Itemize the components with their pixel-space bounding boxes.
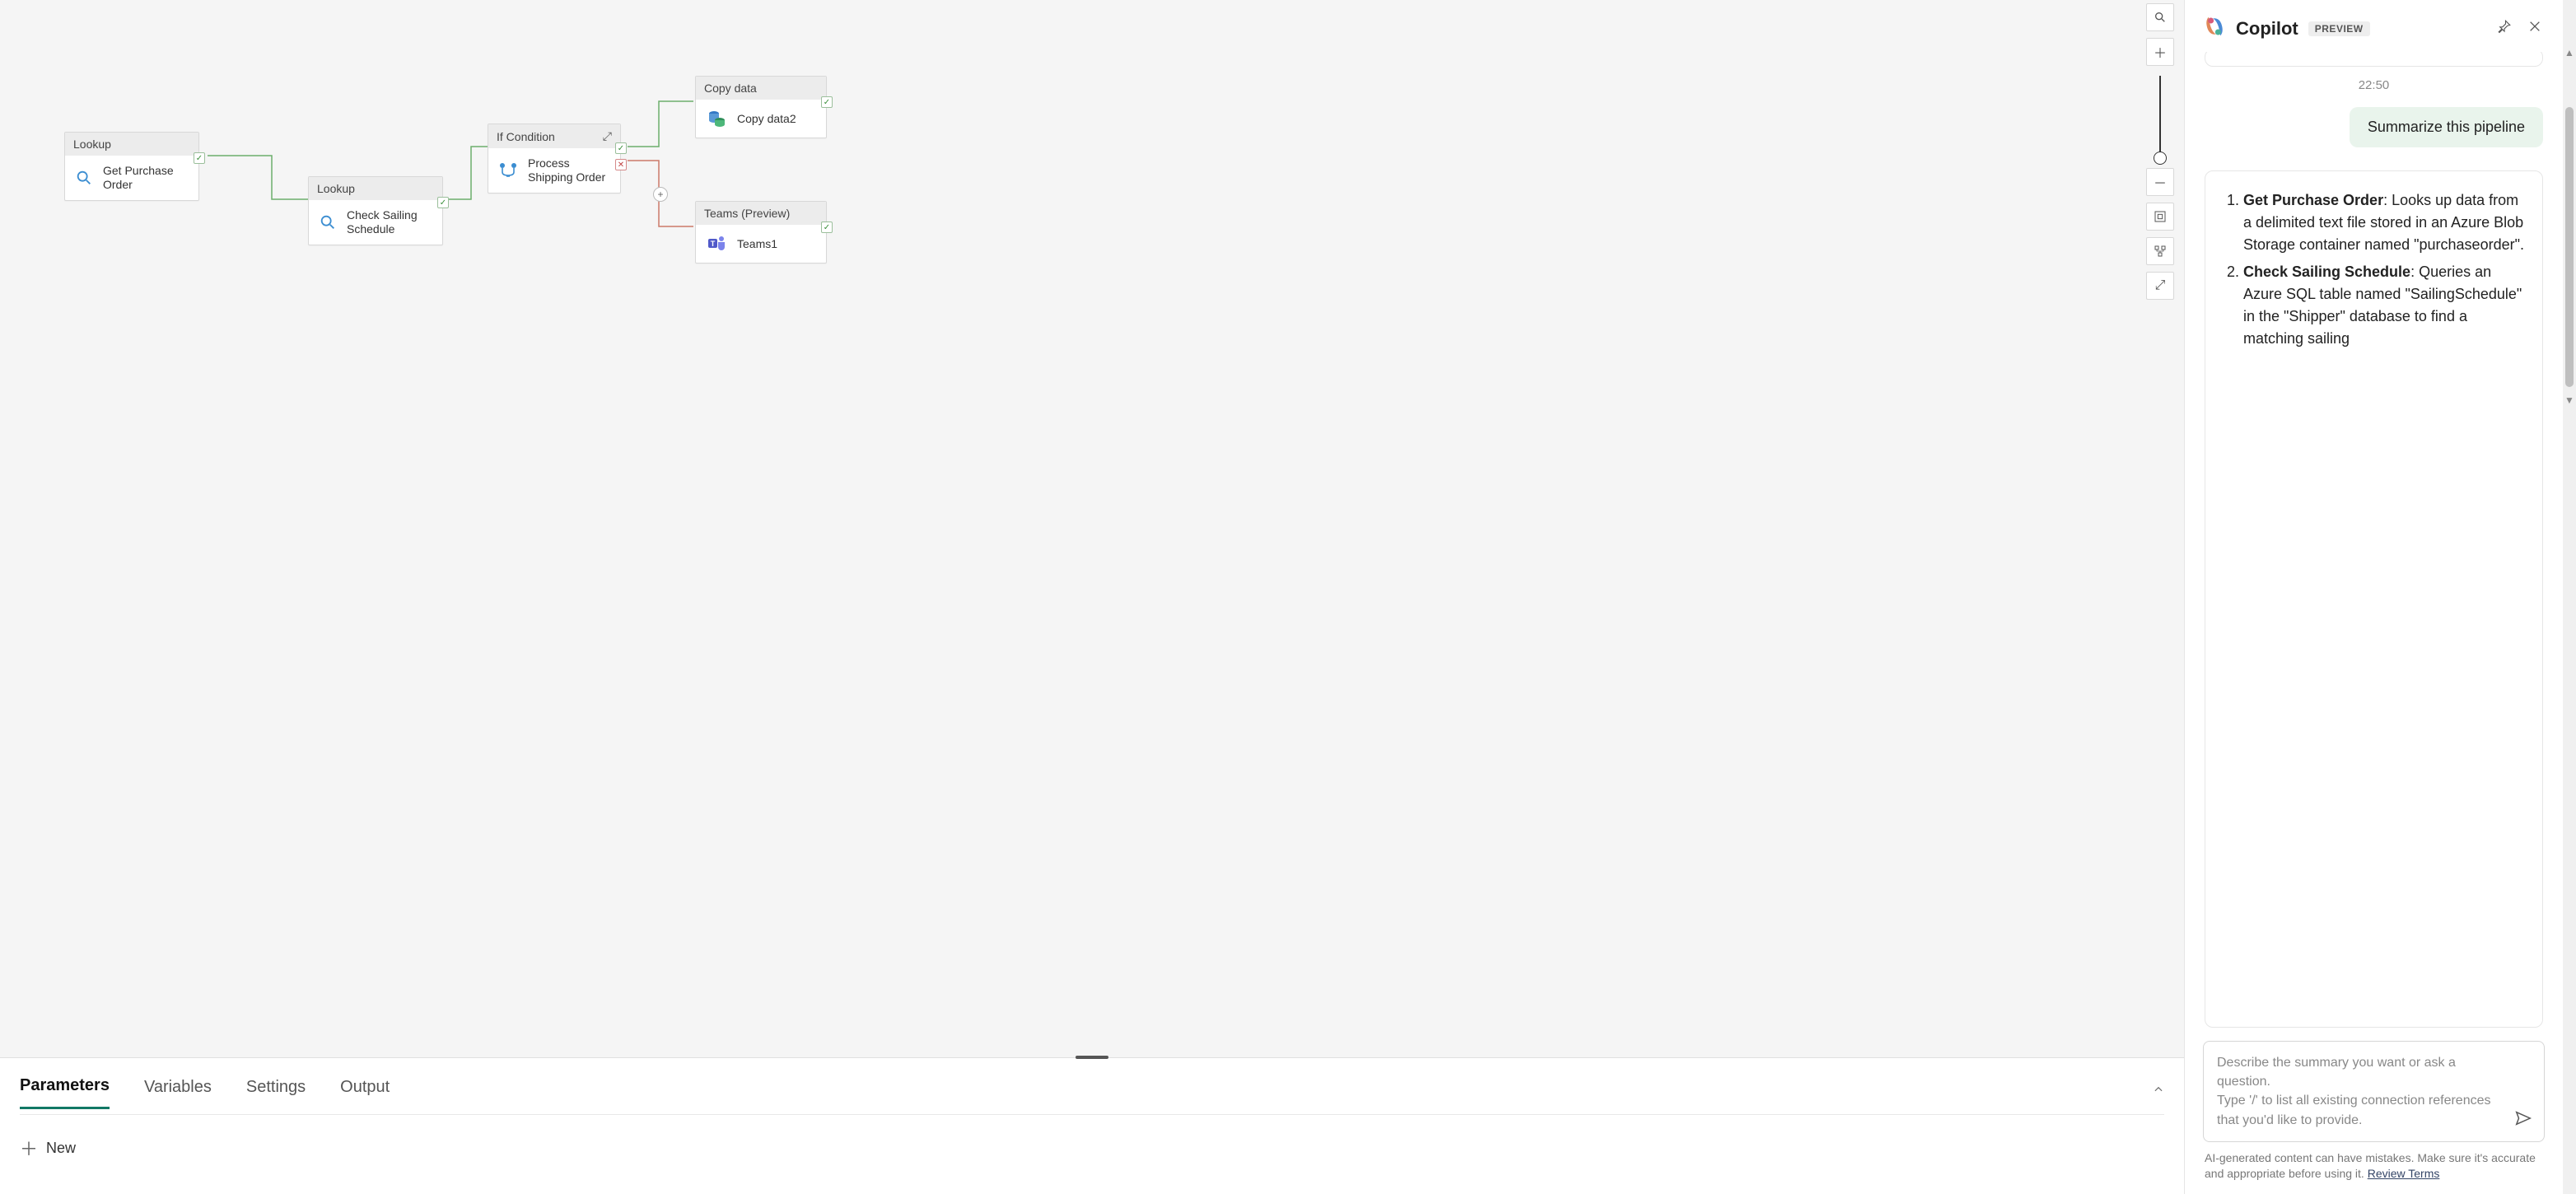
node-label: Teams1	[737, 237, 777, 251]
plus-icon: ＋	[20, 1135, 38, 1161]
main-column: Lookup Get Purchase Order ✓ Lookup Check…	[0, 0, 2184, 1194]
expand-icon: ⤢	[2155, 278, 2166, 293]
node-type-label: Teams (Preview)	[704, 207, 790, 220]
node-copy-data[interactable]: Copy data Copy data2 ✓	[695, 76, 827, 138]
copilot-header: Copilot PREVIEW	[2185, 0, 2563, 52]
search-button[interactable]	[2146, 3, 2174, 31]
collapse-panel-button[interactable]	[2153, 1084, 2164, 1098]
new-parameter-button[interactable]: ＋ New	[20, 1135, 76, 1161]
copilot-panel: Copilot PREVIEW 22:50 Summarize this pip…	[2184, 0, 2563, 1194]
lookup-icon	[319, 212, 337, 233]
properties-tabs: Parameters Variables Settings Output	[20, 1071, 2164, 1109]
copilot-logo-icon	[2203, 15, 2226, 42]
fullscreen-button[interactable]: ⤢	[2146, 272, 2174, 300]
status-success-icon: ✓	[615, 142, 627, 154]
node-check-sailing-schedule[interactable]: Lookup Check Sailing Schedule ✓	[308, 176, 443, 245]
tab-settings[interactable]: Settings	[246, 1073, 306, 1108]
auto-layout-button[interactable]	[2146, 237, 2174, 265]
status-fail-icon: ✕	[615, 159, 627, 170]
add-activity-button[interactable]: +	[653, 187, 668, 202]
review-terms-link[interactable]: Review Terms	[2368, 1167, 2440, 1180]
expand-icon[interactable]: ⤢	[603, 129, 612, 143]
scrollbar[interactable]: ▲ ▼	[2563, 0, 2576, 1194]
assistant-item-title: Check Sailing Schedule	[2243, 264, 2410, 280]
minus-icon: －	[2154, 172, 2167, 192]
node-get-purchase-order[interactable]: Lookup Get Purchase Order ✓	[64, 132, 199, 201]
status-success-icon: ✓	[194, 152, 205, 164]
copilot-input[interactable]: Describe the summary you want or ask a q…	[2203, 1041, 2545, 1142]
node-label: Copy data2	[737, 112, 796, 126]
connectors-layer	[0, 0, 2184, 1057]
status-success-icon: ✓	[821, 222, 833, 233]
node-label: Process Shipping Order	[528, 156, 610, 184]
chevron-up-icon	[2153, 1084, 2164, 1095]
tab-output[interactable]: Output	[340, 1073, 390, 1108]
panel-resize-handle[interactable]	[1076, 1056, 1108, 1059]
assistant-message: Get Purchase Order: Looks up data from a…	[2205, 170, 2543, 1028]
send-button[interactable]	[2514, 1109, 2532, 1131]
tab-variables[interactable]: Variables	[144, 1073, 212, 1108]
copilot-title: Copilot	[2236, 18, 2298, 40]
copy-data-icon	[706, 108, 727, 129]
new-parameter-label: New	[46, 1140, 76, 1157]
copilot-input-area: Describe the summary you want or ask a q…	[2185, 1028, 2563, 1147]
assistant-item: Get Purchase Order: Looks up data from a…	[2243, 189, 2524, 256]
preview-badge: PREVIEW	[2308, 21, 2370, 36]
zoom-in-button[interactable]: ＋	[2146, 38, 2174, 66]
lookup-icon	[75, 167, 93, 189]
node-type-label: Lookup	[317, 182, 355, 195]
node-type-label: If Condition	[497, 130, 555, 143]
node-label: Check Sailing Schedule	[347, 208, 432, 236]
canvas-toolbar: ＋ － ⤢	[2146, 3, 2174, 300]
status-success-icon: ✓	[437, 197, 449, 208]
node-label: Get Purchase Order	[103, 164, 189, 192]
close-button[interactable]	[2525, 16, 2545, 40]
node-if-condition[interactable]: If Condition ⤢ Process Shipping Order ✓ …	[488, 124, 621, 194]
pin-icon	[2497, 19, 2512, 34]
tab-parameters[interactable]: Parameters	[20, 1071, 110, 1109]
user-message: Summarize this pipeline	[2350, 107, 2543, 147]
zoom-slider[interactable]	[2159, 76, 2161, 158]
assistant-item-title: Get Purchase Order	[2243, 192, 2383, 208]
teams-icon: T	[706, 233, 727, 254]
send-icon	[2514, 1109, 2532, 1127]
zoom-out-button[interactable]: －	[2146, 168, 2174, 196]
pipeline-canvas[interactable]: Lookup Get Purchase Order ✓ Lookup Check…	[0, 0, 2184, 1057]
node-type-label: Lookup	[73, 138, 111, 151]
if-condition-icon	[498, 160, 518, 181]
close-icon	[2528, 20, 2541, 33]
copilot-chat: 22:50 Summarize this pipeline Get Purcha…	[2185, 52, 2563, 1028]
previous-message-card	[2205, 52, 2543, 67]
plus-icon: ＋	[2154, 42, 2167, 62]
svg-text:T: T	[711, 240, 716, 248]
assistant-item: Check Sailing Schedule: Queries an Azure…	[2243, 261, 2524, 350]
search-icon	[2154, 11, 2167, 24]
scroll-up-arrow[interactable]: ▲	[2563, 46, 2576, 59]
node-teams[interactable]: Teams (Preview) T Teams1 ✓	[695, 201, 827, 264]
scroll-down-arrow[interactable]: ▼	[2563, 394, 2576, 407]
status-success-icon: ✓	[821, 96, 833, 108]
properties-panel: Parameters Variables Settings Output ＋ N…	[0, 1057, 2184, 1194]
node-type-label: Copy data	[704, 82, 757, 95]
fit-icon	[2154, 210, 2167, 223]
pin-button[interactable]	[2494, 16, 2515, 41]
layout-icon	[2154, 245, 2167, 258]
copilot-input-placeholder: Describe the summary you want or ask a q…	[2217, 1053, 2501, 1130]
scroll-thumb[interactable]	[2565, 107, 2574, 387]
zoom-slider-thumb[interactable]	[2154, 152, 2167, 165]
fit-to-screen-button[interactable]	[2146, 203, 2174, 231]
copilot-disclaimer: AI-generated content can have mistakes. …	[2185, 1147, 2563, 1194]
chat-timestamp: 22:50	[2205, 78, 2543, 92]
